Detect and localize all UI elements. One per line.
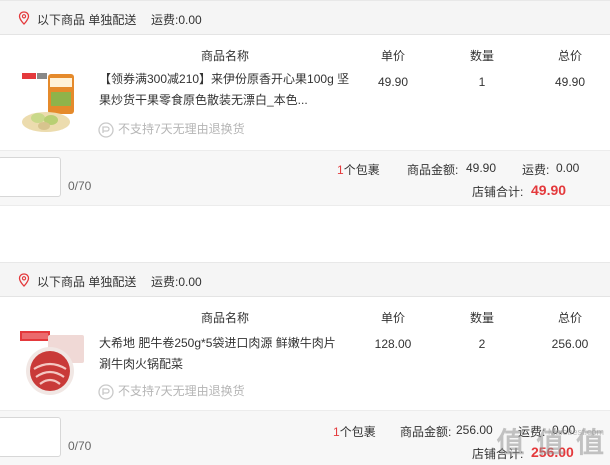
col-qty-header: 数量	[469, 49, 494, 63]
store-header: 以下商品 单独配送 运费:0.00	[0, 262, 610, 297]
no-return-icon	[98, 122, 114, 138]
store-title: 以下商品 单独配送	[37, 13, 137, 27]
line-total: 49.90	[554, 75, 586, 89]
no-return-text: 不支持7天无理由退换货	[118, 122, 245, 136]
product-name-link[interactable]: 【领券满300减210】来伊份原香开心果100g 坚果炒货干果零食原色散装无漂白…	[99, 69, 351, 111]
memo-input[interactable]	[0, 417, 61, 457]
store-header: 以下商品 单独配送 运费:0.00	[0, 0, 610, 35]
col-total-header: 总价	[557, 311, 582, 325]
store-footer: 0/70 1个包裹 商品金额: 49.90 运费: 0.00 店铺合计: 49.…	[0, 150, 610, 206]
col-total-header: 总价	[557, 49, 582, 63]
memo-input[interactable]	[0, 157, 61, 197]
memo-char-count: 0/70	[68, 439, 92, 453]
col-qty-header: 数量	[469, 311, 494, 325]
store-total-value: 49.90	[531, 182, 567, 198]
package-count-text: 个包裹	[343, 163, 380, 177]
column-headers: 商品名称 单价 数量 总价	[0, 309, 610, 329]
unit-price: 49.90	[377, 75, 409, 89]
package-count-number: 1	[333, 425, 340, 439]
no-return-text: 不支持7天无理由退换货	[118, 384, 245, 398]
no-return-notice: 不支持7天无理由退换货	[98, 120, 245, 138]
store-shipping: 运费:0.00	[151, 13, 202, 27]
package-count: 1个包裹	[333, 423, 376, 440]
column-headers: 商品名称 单价 数量 总价	[0, 47, 610, 67]
shipping-label: 运费:	[522, 163, 550, 177]
store-shipping: 运费:0.00	[151, 275, 202, 289]
store-title: 以下商品 单独配送	[37, 275, 137, 289]
goods-amount-value: 256.00	[456, 423, 493, 437]
location-pin-icon	[18, 273, 30, 287]
pistachio-package-image[interactable]	[18, 70, 88, 138]
location-pin-icon	[18, 11, 30, 25]
package-count-text: 个包裹	[339, 425, 376, 439]
col-price-header: 单价	[380, 49, 405, 63]
no-return-icon	[98, 384, 114, 400]
goods-amount-label: 商品金额:	[400, 425, 452, 439]
col-name-header: 商品名称	[200, 49, 249, 63]
goods-amount-label: 商品金额:	[407, 163, 459, 177]
quantity: 1	[478, 75, 486, 89]
package-count-number: 1	[337, 163, 344, 177]
beef-roll-package-image[interactable]	[18, 329, 88, 397]
no-return-notice: 不支持7天无理由退换货	[98, 382, 245, 400]
memo-char-count: 0/70	[68, 179, 92, 193]
shipping-value: 0.00	[556, 161, 580, 175]
goods-amount-value: 49.90	[466, 161, 497, 175]
col-name-header: 商品名称	[200, 311, 249, 325]
watermark-logo: 值 值 值	[496, 427, 606, 458]
quantity: 2	[478, 337, 486, 351]
product-name-link[interactable]: 大希地 肥牛卷250g*5袋进口肉源 鲜嫩牛肉片 涮牛肉火锅配菜	[99, 333, 351, 375]
store-total-label: 店铺合计:	[472, 185, 524, 199]
col-price-header: 单价	[380, 311, 405, 325]
line-total: 256.00	[551, 337, 589, 351]
unit-price: 128.00	[374, 337, 412, 351]
package-count: 1个包裹	[337, 161, 380, 178]
